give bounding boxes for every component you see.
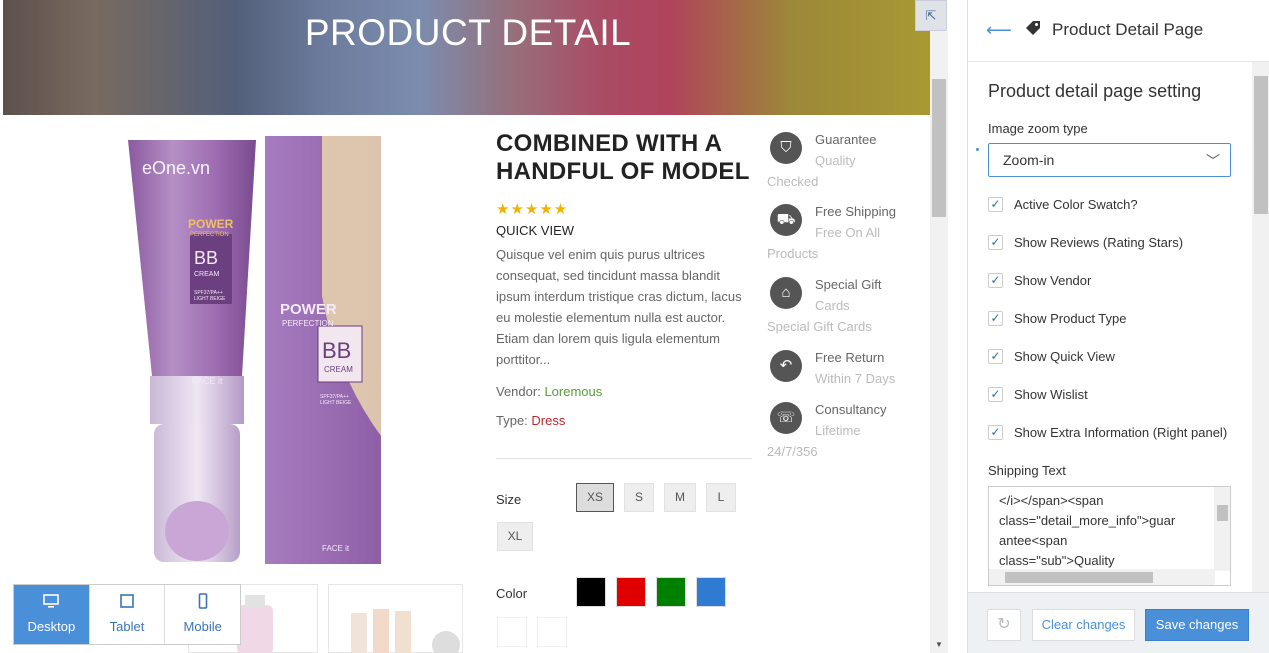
type-link[interactable]: Dress xyxy=(531,413,565,428)
scroll-down-icon: ▼ xyxy=(935,640,943,649)
box-cream: CREAM xyxy=(324,365,353,374)
gift-icon: ⌂ xyxy=(770,277,802,309)
check-icon[interactable]: ✓ xyxy=(988,197,1003,212)
size-option-xl[interactable]: XL xyxy=(497,522,533,551)
divider xyxy=(496,458,752,459)
size-option-l[interactable]: L xyxy=(706,483,736,512)
changed-indicator xyxy=(976,148,979,151)
mobile-icon xyxy=(165,593,240,613)
color-swatch-black[interactable] xyxy=(576,577,606,607)
page-title: PRODUCT DETAIL xyxy=(304,12,632,53)
check-icon[interactable]: ✓ xyxy=(988,387,1003,402)
vendor-link[interactable]: Loremous xyxy=(544,384,602,399)
size-option-s[interactable]: S xyxy=(624,483,654,512)
feature-shipping: ⛟ Free Shipping Free On All Products xyxy=(767,204,896,261)
redo-icon: ↻ xyxy=(997,616,1011,633)
box-line2: PERFECTION xyxy=(282,319,334,328)
tube-cream: CREAM xyxy=(194,271,219,278)
product-image[interactable]: POWER PERFECTION BB CREAM SPF37/PA++ LIG… xyxy=(122,136,384,566)
rating-stars: ★★★★★ xyxy=(496,201,569,218)
product-title: COMBINED WITH A HANDFUL OF MODEL xyxy=(496,130,750,185)
tube-shade: LIGHT BEIGE xyxy=(194,296,226,302)
preview-area: PRODUCT DETAIL ⇱ ▼ POWER PERFECTION BB C… xyxy=(0,0,948,653)
clear-changes-button[interactable]: Clear changes xyxy=(1032,609,1135,641)
color-swatch-blue[interactable] xyxy=(696,577,726,607)
tablet-icon xyxy=(90,593,165,613)
check-icon[interactable]: ✓ xyxy=(988,349,1003,364)
feature-gift: ⌂ Special Gift Cards Special Gift Cards xyxy=(767,277,882,334)
tag-icon xyxy=(1025,20,1041,41)
quick-view-link[interactable]: QUICK VIEW xyxy=(496,223,754,238)
vendor-row: Vendor: Loremous xyxy=(496,384,603,399)
check-icon[interactable]: ✓ xyxy=(988,311,1003,326)
phone-icon: ☏ xyxy=(770,402,802,434)
return-icon: ↶ xyxy=(770,350,802,382)
tube-bb: BB xyxy=(194,248,218,268)
tube-brand: POWER xyxy=(188,217,234,231)
thumbnail-2[interactable] xyxy=(328,584,463,653)
box-brand: POWER xyxy=(280,301,337,318)
tube-line2: PERFECTION xyxy=(190,232,229,238)
expand-arrow-icon: ⇱ xyxy=(925,8,937,23)
features-list: ⛉ Guarantee Quality Checked ⛟ Free Shippin… xyxy=(767,128,927,470)
color-swatch-green[interactable] xyxy=(656,577,686,607)
product-description: Quisque vel enim quis purus ultrices con… xyxy=(496,247,742,367)
size-label: Size xyxy=(496,492,522,507)
check-icon[interactable]: ✓ xyxy=(988,235,1003,250)
device-desktop-button[interactable]: Desktop xyxy=(14,585,90,644)
truck-icon: ⛟ xyxy=(770,204,802,236)
panel-scrollbar[interactable] xyxy=(1252,62,1269,592)
feature-return: ↶ Free Return Within 7 Days xyxy=(767,346,927,398)
color-swatch-white-1[interactable] xyxy=(497,617,527,647)
box-bb: BB xyxy=(322,338,351,363)
collapse-panel-button[interactable]: ⇱ xyxy=(915,0,947,31)
preview-scrollbar[interactable]: ▼ xyxy=(930,31,948,653)
box-shade: LIGHT BEIGE xyxy=(320,400,352,406)
product-info: COMBINED WITH A HANDFUL OF MODEL ★★★★★ Q… xyxy=(496,130,754,428)
chevron-down-icon: ﹀ xyxy=(1206,153,1220,169)
check-icon[interactable]: ✓ xyxy=(988,425,1003,440)
zoom-type-select[interactable]: Zoom-in ﹀ xyxy=(988,143,1231,177)
shield-icon: ⛉ xyxy=(770,132,802,164)
panel-body: Product detail page setting Image zoom t… xyxy=(968,62,1269,592)
watermark: eOne.vn xyxy=(142,158,210,178)
size-option-m[interactable]: M xyxy=(664,483,696,512)
redo-button[interactable]: ↻ xyxy=(987,609,1021,641)
panel-header: ⟵ Product Detail Page xyxy=(968,0,1269,62)
type-row: Type: Dress xyxy=(496,413,566,428)
desktop-icon xyxy=(14,593,89,613)
feature-consultancy: ☏ Consultancy Lifetime 24/7/356 xyxy=(767,402,887,459)
textarea-hscrollbar[interactable] xyxy=(989,569,1215,585)
device-mobile-button[interactable]: Mobile xyxy=(165,585,240,644)
tube-logo: FACE it xyxy=(192,376,223,386)
feature-guarantee: ⛉ Guarantee Quality Checked xyxy=(767,132,877,189)
panel-footer: ↻ Clear changes Save changes xyxy=(968,592,1269,653)
device-tablet-button[interactable]: Tablet xyxy=(90,585,166,644)
save-changes-button[interactable]: Save changes xyxy=(1145,609,1249,641)
settings-panel: ⟵ Product Detail Page Product detail pag… xyxy=(967,0,1269,653)
textarea-scrollbar[interactable] xyxy=(1214,487,1230,571)
device-switcher: Desktop Tablet Mobile xyxy=(13,584,241,645)
back-arrow-icon[interactable]: ⟵ xyxy=(986,20,1012,41)
zoom-type-label: Image zoom type xyxy=(988,121,1088,136)
check-icon[interactable]: ✓ xyxy=(988,273,1003,288)
color-swatch-white-2[interactable] xyxy=(537,617,567,647)
section-title: Product detail page setting xyxy=(988,81,1202,101)
color-swatch-red[interactable] xyxy=(616,577,646,607)
size-option-xs[interactable]: XS xyxy=(576,483,614,512)
shipping-text-label: Shipping Text xyxy=(988,463,1066,478)
box-logo: FACE it xyxy=(322,544,350,553)
hero-banner: PRODUCT DETAIL xyxy=(3,0,930,115)
color-label: Color xyxy=(496,586,528,601)
panel-title: Product Detail Page xyxy=(1052,20,1204,39)
shipping-text-textarea[interactable]: </i></span><span class="detail_more_info… xyxy=(988,486,1231,586)
